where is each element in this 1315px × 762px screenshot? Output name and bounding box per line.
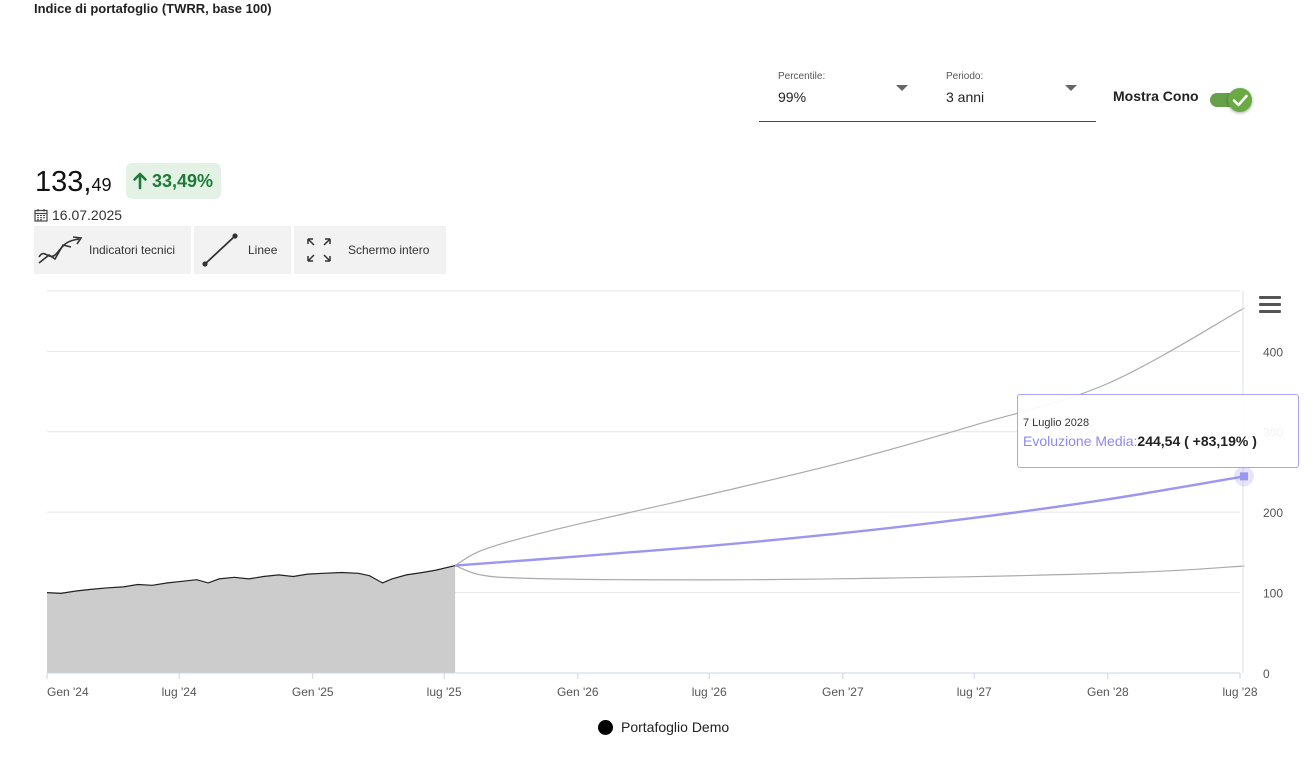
x-tick-label: lug '28 xyxy=(1223,685,1258,699)
x-tick-label: Gen '27 xyxy=(822,685,864,699)
tooltip-value: 244,54 ( +83,19% ) xyxy=(1137,433,1257,449)
x-tick-label: Gen '26 xyxy=(557,685,599,699)
legend-marker xyxy=(598,719,613,735)
y-tick-label: 100 xyxy=(1263,587,1283,601)
x-tick-label: lug '25 xyxy=(427,685,462,699)
history-area xyxy=(47,565,456,673)
x-tick-label: lug '26 xyxy=(692,685,727,699)
portfolio-chart[interactable]: 0100200300400Gen '24lug '24Gen '25lug '2… xyxy=(0,0,1315,762)
hover-point xyxy=(1240,472,1248,481)
legend-item-portafoglio: Portafoglio Demo xyxy=(621,719,730,735)
y-tick-label: 200 xyxy=(1263,506,1283,520)
tooltip-line: Evoluzione Media:244,54 ( +83,19% ) xyxy=(1023,433,1257,449)
y-tick-label: 0 xyxy=(1263,667,1270,681)
cone-lower-line xyxy=(454,565,1245,581)
chart-legend[interactable]: Portafoglio Demo xyxy=(598,719,729,735)
x-tick-label: Gen '24 xyxy=(47,685,89,699)
chart-tooltip: 7 Luglio 2028 Evoluzione Media:244,54 ( … xyxy=(1017,394,1299,468)
x-tick-label: lug '24 xyxy=(162,685,197,699)
tooltip-series-name: Evoluzione Media xyxy=(1023,433,1134,449)
y-tick-label: 400 xyxy=(1263,345,1283,359)
mean-projection-line xyxy=(455,475,1245,567)
x-tick-label: Gen '25 xyxy=(292,685,334,699)
x-tick-label: Gen '28 xyxy=(1087,685,1129,699)
chart-menu-icon[interactable] xyxy=(1259,296,1281,318)
tooltip-date: 7 Luglio 2028 xyxy=(1023,417,1090,429)
x-tick-label: lug '27 xyxy=(957,685,992,699)
